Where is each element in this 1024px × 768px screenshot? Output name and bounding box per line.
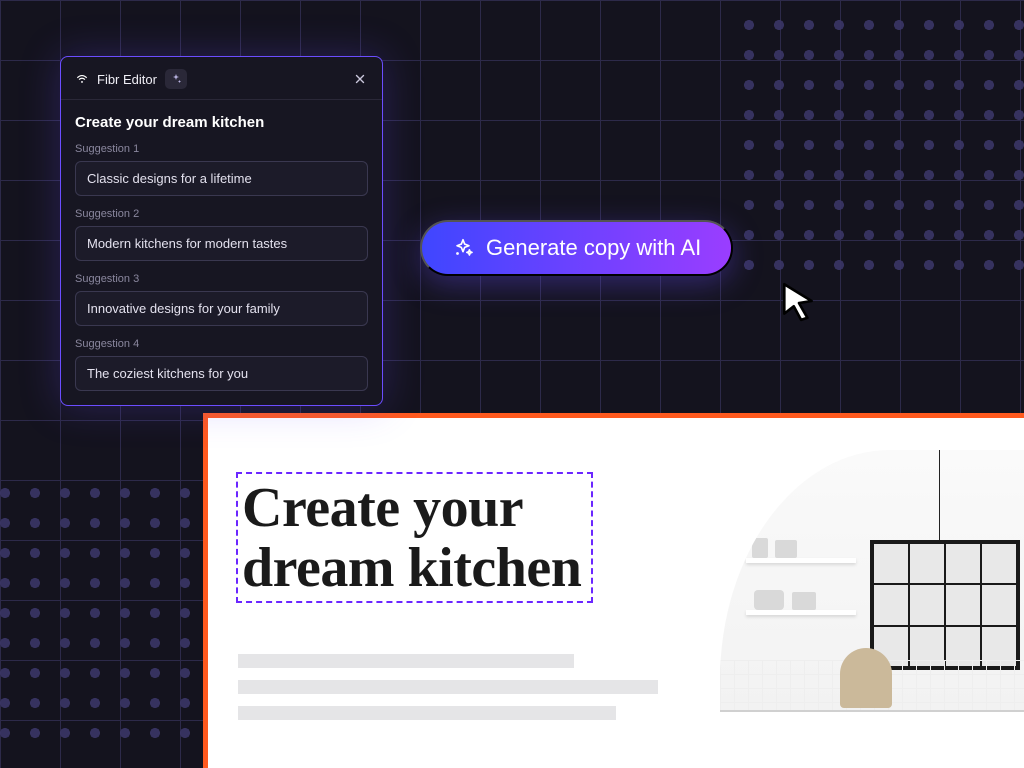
sparkle-icon bbox=[452, 237, 474, 259]
suggestion-option-2[interactable]: Modern kitchens for modern tastes bbox=[75, 226, 368, 261]
suggestion-option-3[interactable]: Innovative designs for your family bbox=[75, 291, 368, 326]
selected-hero-text[interactable]: Create your dream kitchen bbox=[236, 472, 593, 603]
close-icon[interactable] bbox=[352, 71, 368, 87]
suggestion-label: Suggestion 4 bbox=[75, 338, 368, 350]
suggestion-option-1[interactable]: Classic designs for a lifetime bbox=[75, 161, 368, 196]
hero-line-2: dream kitchen bbox=[242, 538, 581, 598]
suggestion-block-1: Suggestion 1 Classic designs for a lifet… bbox=[61, 135, 382, 200]
page-preview: Create your dream kitchen bbox=[203, 413, 1024, 768]
suggestion-label: Suggestion 2 bbox=[75, 208, 368, 220]
wifi-icon bbox=[75, 72, 89, 86]
cursor-icon bbox=[778, 280, 820, 322]
suggestion-block-4: Suggestion 4 The coziest kitchens for yo… bbox=[61, 330, 382, 405]
editor-heading: Create your dream kitchen bbox=[61, 100, 382, 135]
background-dots-top-right bbox=[734, 10, 1024, 270]
editor-panel-header: Fibr Editor bbox=[61, 57, 382, 100]
editor-title: Fibr Editor bbox=[97, 72, 157, 87]
suggestion-option-4[interactable]: The coziest kitchens for you bbox=[75, 356, 368, 391]
generate-copy-label: Generate copy with AI bbox=[486, 235, 701, 261]
sparkle-icon bbox=[165, 69, 187, 89]
paragraph-placeholder bbox=[238, 654, 658, 732]
suggestion-label: Suggestion 1 bbox=[75, 143, 368, 155]
fibr-editor-panel: Fibr Editor Create your dream kitchen Su… bbox=[60, 56, 383, 406]
suggestion-label: Suggestion 3 bbox=[75, 273, 368, 285]
kitchen-image bbox=[720, 450, 1024, 768]
suggestion-block-3: Suggestion 3 Innovative designs for your… bbox=[61, 265, 382, 330]
suggestion-block-2: Suggestion 2 Modern kitchens for modern … bbox=[61, 200, 382, 265]
hero-line-1: Create your bbox=[242, 478, 581, 538]
generate-copy-button[interactable]: Generate copy with AI bbox=[420, 220, 733, 276]
